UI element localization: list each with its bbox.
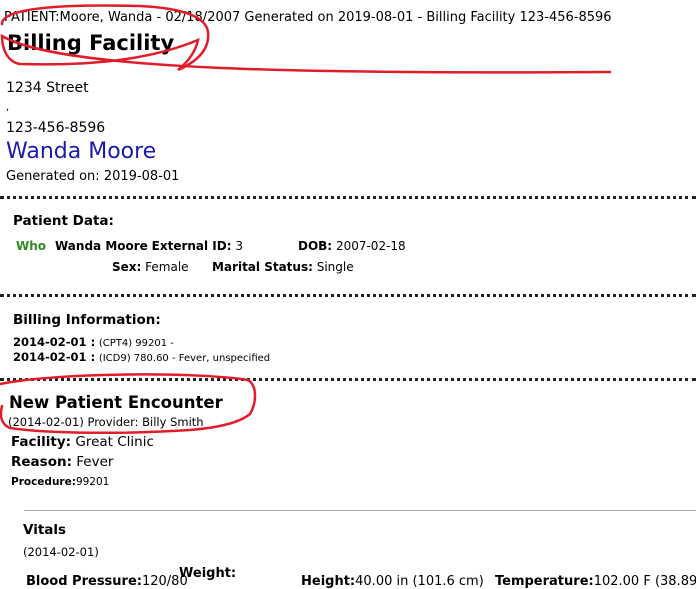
encounter-facility-label: Facility:: [11, 434, 72, 450]
who-label: Who: [16, 239, 47, 253]
temp-label: Temperature:: [495, 574, 594, 589]
vitals-date: (2014-02-01): [23, 545, 99, 559]
divider-2: [0, 294, 696, 297]
patient-data-title: Patient Data:: [13, 213, 114, 229]
vitals-height: Height:40.00 in (101.6 cm): [301, 574, 484, 589]
dob-label: DOB:: [298, 239, 333, 253]
facility-phone: 123-456-8596: [6, 120, 106, 136]
sex-value: Female: [145, 260, 189, 274]
red-annotation-marks: [0, 4, 612, 435]
sex-label: Sex:: [112, 260, 142, 274]
billing-entry: 2014-02-01 : (ICD9) 780.60 - Fever, unsp…: [13, 350, 270, 364]
address-comma: ,: [6, 102, 10, 113]
encounter-procedure: Procedure:99201: [11, 476, 109, 488]
report-header-line: PATIENT:Moore, Wanda - 02/18/2007 Genera…: [4, 10, 612, 25]
patient-name-id: Wanda Moore External ID: 3: [55, 239, 243, 253]
dob-value: 2007-02-18: [335, 239, 406, 253]
vitals-title: Vitals: [23, 522, 67, 538]
encounter-subtitle: (2014-02-01) Provider: Billy Smith: [8, 415, 204, 429]
external-id-value: 3: [235, 239, 243, 253]
marital-value: Single: [316, 260, 354, 274]
facility-address: 1234 Street: [6, 80, 89, 96]
billing-date: 2014-02-01 :: [13, 335, 96, 349]
vitals-divider: [24, 510, 696, 511]
encounter-reason: Reason: Fever: [11, 454, 113, 470]
vitals-temperature: Temperature:102.00 F (38.89 C): [495, 574, 696, 589]
procedure-value: 99201: [75, 476, 110, 488]
encounter-facility-value: Great Clinic: [75, 434, 154, 450]
billing-entry: 2014-02-01 : (CPT4) 99201 -: [13, 335, 174, 349]
billing-title: Billing Information:: [13, 312, 161, 328]
generated-value: 2019-08-01: [103, 169, 180, 184]
encounter-reason-label: Reason:: [11, 454, 72, 470]
who-name: Wanda Moore: [55, 239, 148, 253]
encounter-facility: Facility: Great Clinic: [11, 434, 154, 450]
bp-value: 120/80: [141, 574, 188, 589]
height-label: Height:: [301, 574, 356, 589]
dob: DOB: 2007-02-18: [298, 239, 406, 253]
marital-label: Marital Status:: [212, 260, 313, 274]
generated-on: Generated on: 2019-08-01: [6, 169, 179, 184]
sex: Sex: Female: [112, 260, 189, 274]
facility-title: Billing Facility: [7, 31, 175, 55]
patient-name: Wanda Moore: [6, 139, 157, 164]
encounter-reason-value: Fever: [76, 454, 114, 470]
temp-value: 102.00 F (38.89 C): [593, 574, 696, 589]
billing-code: (CPT4) 99201 -: [98, 338, 174, 349]
marital-status: Marital Status: Single: [212, 260, 354, 274]
encounter-title: New Patient Encounter: [9, 393, 223, 412]
external-id-label: External ID:: [151, 239, 232, 253]
billing-date: 2014-02-01 :: [13, 350, 96, 364]
billing-code: (ICD9) 780.60 - Fever, unspecified: [98, 353, 271, 364]
divider-3: [0, 378, 696, 381]
vitals-blood-pressure: Blood Pressure:120/80: [26, 574, 188, 589]
bp-label: Blood Pressure:: [26, 574, 142, 589]
divider-1: [0, 196, 696, 199]
generated-label: Generated on:: [6, 169, 100, 184]
height-value: 40.00 in (101.6 cm): [355, 574, 484, 589]
procedure-label: Procedure:: [11, 476, 76, 488]
